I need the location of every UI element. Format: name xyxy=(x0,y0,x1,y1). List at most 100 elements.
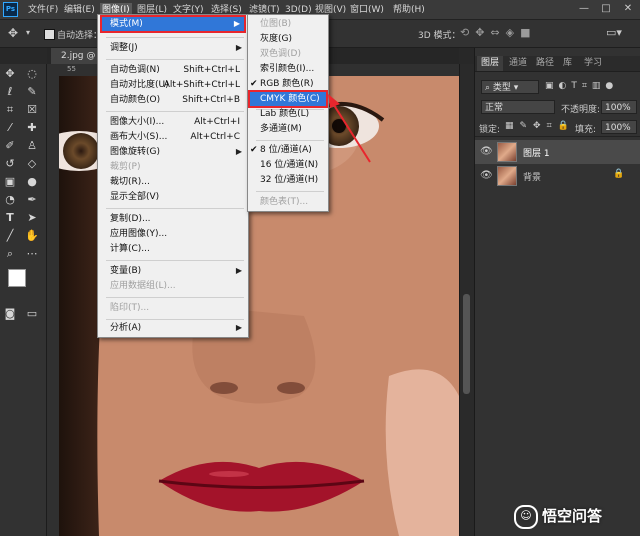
hand-tool-icon[interactable]: ✋ xyxy=(24,228,40,244)
vertical-scrollbar[interactable] xyxy=(459,64,474,536)
eraser-tool-icon[interactable]: ◇ xyxy=(24,156,40,172)
menu-item-reveal-all[interactable]: 显示全部(V) xyxy=(98,190,246,204)
panel-tabs: 图层 通道 路径 库 学习 xyxy=(475,56,640,72)
blur-tool-icon[interactable]: ● xyxy=(24,174,40,190)
tab-paths[interactable]: 路径 xyxy=(536,56,554,71)
layer-row[interactable]: 👁 图层 1 xyxy=(475,140,640,164)
menu-item-adjustments[interactable]: 调整(J) ▶ xyxy=(98,41,246,55)
more-tools-icon[interactable]: ⋯ xyxy=(24,246,40,262)
blend-mode-dropdown[interactable]: 正常 xyxy=(481,100,555,114)
blend-mode-label: 正常 xyxy=(485,103,504,113)
healing-brush-icon[interactable]: ✚ xyxy=(24,120,40,136)
history-brush-icon[interactable]: ↺ xyxy=(2,156,18,172)
lock-icon: 🔒 xyxy=(613,169,625,179)
annotation-arrow xyxy=(328,94,371,163)
brush-tool-icon[interactable]: ✐ xyxy=(2,138,18,154)
fill-input[interactable]: 100% xyxy=(601,120,637,134)
menu-item-analysis[interactable]: 分析(A) ▶ xyxy=(98,321,246,335)
workspace-icon[interactable]: ▭▾ xyxy=(606,26,622,39)
menu-item-multichannel[interactable]: 多通道(M) xyxy=(248,122,328,136)
menu-item-apply-image[interactable]: 应用图像(Y)... xyxy=(98,227,246,241)
divider xyxy=(475,136,640,137)
close-button[interactable]: ✕ xyxy=(619,2,637,16)
menu-item-lab-color[interactable]: Lab 颜色(L) xyxy=(248,107,328,121)
menu-item-grayscale[interactable]: 灰度(G) xyxy=(248,32,328,46)
tab-libraries[interactable]: 库 xyxy=(563,56,572,71)
visibility-eye-icon[interactable]: 👁 xyxy=(480,170,493,181)
chat-logo-icon: ☺ xyxy=(514,504,538,529)
tab-channels[interactable]: 通道 xyxy=(509,56,527,71)
filter-kind-dropdown[interactable]: ⌕ 类型 ▾ xyxy=(481,80,539,94)
marquee-tool-icon[interactable]: ◌ xyxy=(24,66,40,82)
gradient-tool-icon[interactable]: ▣ xyxy=(2,174,18,190)
menu-item-apply-data-set: 应用数据组(L)... xyxy=(110,281,176,291)
menu-edit[interactable]: 编辑(E) xyxy=(64,3,95,17)
lock-icons[interactable]: ▦✎✥⌗🔒 xyxy=(505,121,575,131)
menu-item-indexed-color[interactable]: 索引颜色(I)... xyxy=(248,62,328,76)
checkmark-icon: ✔ xyxy=(250,145,258,155)
menu-item-image-rotation[interactable]: 图像旋转(G) ▶ xyxy=(98,145,246,159)
menu-item-16bit[interactable]: 16 位/通道(N) xyxy=(248,158,328,172)
menu-item-crop: 裁剪(P) xyxy=(110,162,141,172)
menu-item-rgb-color[interactable]: ✔ RGB 颜色(R) xyxy=(248,77,328,91)
line-tool-icon[interactable]: ╱ xyxy=(2,228,18,244)
eyedropper-tool-icon[interactable]: ⁄ xyxy=(2,120,18,136)
frame-tool-icon[interactable]: ☒ xyxy=(24,102,40,118)
tab-layers[interactable]: 图层 xyxy=(477,56,504,71)
menu-item-canvas-size[interactable]: 画布大小(S)... Alt+Ctrl+C xyxy=(98,130,240,144)
menu-item-8bit[interactable]: ✔ 8 位/通道(A) xyxy=(248,143,328,157)
3d-mode-label: 3D 模式： xyxy=(418,31,461,41)
layer-name[interactable]: 图层 1 xyxy=(523,146,550,159)
menu-item-auto-color[interactable]: 自动颜色(O) Shift+Ctrl+B xyxy=(98,93,240,107)
screen-mode-icon[interactable]: ▭ xyxy=(24,306,40,322)
menu-item-auto-tone[interactable]: 自动色调(N) Shift+Ctrl+L xyxy=(98,63,240,77)
quick-select-tool-icon[interactable]: ✎ xyxy=(24,84,40,100)
layer-row[interactable]: 👁 背景 🔒 xyxy=(475,164,640,188)
menu-item-duplicate[interactable]: 复制(D)... xyxy=(98,212,246,226)
menu-item-variables[interactable]: 变量(B) ▶ xyxy=(98,264,246,278)
move-tool-icon[interactable]: ✥ xyxy=(2,66,18,82)
layer-name[interactable]: 背景 xyxy=(523,170,541,183)
maximize-button[interactable]: □ xyxy=(597,2,615,16)
image-menu: 模式(M) ▶ 调整(J) ▶ 自动色调(N) Shift+Ctrl+L 自动对比度(… xyxy=(97,14,249,338)
quick-mask-icon[interactable]: ◙ xyxy=(2,306,18,322)
menu-window[interactable]: 窗口(W) xyxy=(350,3,384,17)
menu-item-bitmap: 位图(B) xyxy=(260,19,292,29)
path-select-tool-icon[interactable]: ➤ xyxy=(24,210,40,226)
auto-select-checkbox[interactable] xyxy=(44,29,55,40)
scrollbar-thumb[interactable] xyxy=(463,294,470,394)
crop-tool-icon[interactable]: ⌗ xyxy=(2,102,18,118)
move-tool-icon[interactable]: ✥ xyxy=(8,26,18,40)
3d-tools-icons[interactable]: ⟲✥⇔◈■ xyxy=(460,26,537,39)
menu-item-cmyk-color[interactable]: CMYK 颜色(C) xyxy=(248,90,328,108)
fill-label: 填充: xyxy=(575,125,597,135)
minimize-button[interactable]: — xyxy=(575,2,593,16)
vertical-ruler xyxy=(47,76,59,536)
stamp-tool-icon[interactable]: ♙ xyxy=(24,138,40,154)
visibility-eye-icon[interactable]: 👁 xyxy=(480,146,493,157)
layer-thumbnail xyxy=(497,142,517,162)
menu-item-trim[interactable]: 裁切(R)... xyxy=(98,175,246,189)
zoom-tool-icon[interactable]: ⌕ xyxy=(2,246,18,262)
pen-tool-icon[interactable]: ✒ xyxy=(24,192,40,208)
tools-panel: ✥ ◌ ℓ ✎ ⌗ ☒ ⁄ ✚ ✐ ♙ ↺ ◇ ▣ ● ◔ ✒ T ➤ ╱ ✋ … xyxy=(0,64,47,536)
menu-item-32bit[interactable]: 32 位/通道(H) xyxy=(248,173,328,187)
tab-learn[interactable]: 学习 xyxy=(584,56,602,71)
foreground-color-swatch[interactable] xyxy=(8,269,26,287)
opacity-input[interactable]: 100% xyxy=(601,100,637,114)
dodge-tool-icon[interactable]: ◔ xyxy=(2,192,18,208)
menu-file[interactable]: 文件(F) xyxy=(28,3,58,17)
chevron-down-icon[interactable]: ▾ xyxy=(26,28,30,37)
lock-label: 锁定: xyxy=(479,125,501,135)
watermark: ☺ 悟空问答 xyxy=(514,504,602,529)
photoshop-logo-icon: Ps xyxy=(3,2,18,17)
menu-item-auto-contrast[interactable]: 自动对比度(U) Alt+Shift+Ctrl+L xyxy=(98,78,240,92)
menu-item-mode[interactable]: 模式(M) ▶ xyxy=(100,15,246,33)
filter-icons[interactable]: ▣◐T⌗▥● xyxy=(545,81,618,91)
type-tool-icon[interactable]: T xyxy=(2,210,18,226)
menu-item-image-size[interactable]: 图像大小(I)... Alt+Ctrl+I xyxy=(98,115,240,129)
checkmark-icon: ✔ xyxy=(250,79,258,89)
menu-item-calculations[interactable]: 计算(C)... xyxy=(98,242,246,256)
lasso-tool-icon[interactable]: ℓ xyxy=(2,84,18,100)
menu-help[interactable]: 帮助(H) xyxy=(393,3,425,17)
